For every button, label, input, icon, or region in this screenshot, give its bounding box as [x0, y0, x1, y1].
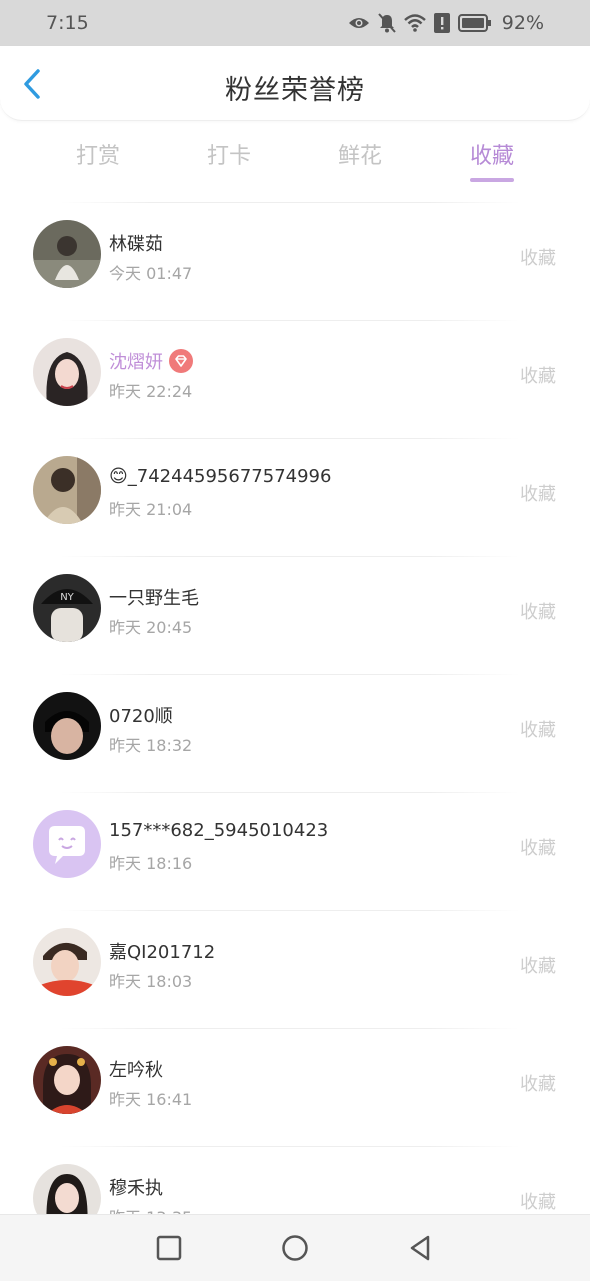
diamond-badge-icon: [169, 349, 193, 373]
divider: [60, 202, 520, 203]
tab-label: 鲜花: [337, 144, 382, 169]
battery-percent: 92%: [501, 12, 544, 34]
fan-list: 林碟茹 今天 01:47 收藏 沈熠妍 昨天 22:24 收藏 😊_742445…: [0, 202, 590, 1264]
avatar[interactable]: [33, 1046, 101, 1114]
active-tab-indicator: [470, 178, 514, 182]
avatar[interactable]: [33, 456, 101, 524]
tab-flowers[interactable]: 鲜花: [310, 138, 410, 170]
list-item[interactable]: 嘉QI201712 昨天 18:03 收藏: [0, 910, 590, 1028]
favorite-action[interactable]: 收藏: [520, 716, 556, 742]
fan-time: 昨天 20:45: [109, 618, 193, 637]
divider: [60, 792, 520, 793]
list-item[interactable]: 😊_74244595677574996 昨天 21:04 收藏: [0, 438, 590, 556]
fan-time: 今天 01:47: [109, 264, 193, 283]
circle-home-icon[interactable]: [280, 1233, 310, 1263]
fan-name-vip: 沈熠妍: [109, 348, 193, 374]
triangle-back-icon[interactable]: [406, 1233, 436, 1263]
divider: [60, 674, 520, 675]
fan-time: 昨天 16:41: [109, 1090, 193, 1109]
list-item[interactable]: NY 一只野生毛 昨天 20:45 收藏: [0, 556, 590, 674]
favorite-action[interactable]: 收藏: [520, 362, 556, 388]
favorite-action[interactable]: 收藏: [520, 598, 556, 624]
fan-name: 嘉QI201712: [109, 942, 216, 963]
divider: [60, 1028, 520, 1029]
fan-name: 一只野生毛: [109, 588, 199, 609]
avatar[interactable]: NY: [33, 574, 101, 642]
divider: [60, 556, 520, 557]
list-item[interactable]: 0720顺 昨天 18:32 收藏: [0, 674, 590, 792]
list-item[interactable]: 林碟茹 今天 01:47 收藏: [0, 202, 590, 320]
svg-text:NY: NY: [60, 592, 74, 603]
favorite-action[interactable]: 收藏: [520, 1070, 556, 1096]
list-item[interactable]: 左吟秋 昨天 16:41 收藏: [0, 1028, 590, 1146]
favorite-action[interactable]: 收藏: [520, 480, 556, 506]
battery-icon: [457, 14, 492, 32]
fan-time: 昨天 18:16: [109, 854, 193, 873]
fan-name: 沈熠妍: [109, 352, 163, 373]
fan-name: 0720顺: [109, 706, 173, 727]
fan-name: 😊_74244595677574996: [109, 466, 332, 487]
divider: [60, 320, 520, 321]
eye-icon: [348, 15, 370, 31]
square-recents-icon[interactable]: [154, 1233, 184, 1263]
status-time: 7:15: [46, 12, 89, 34]
favorite-action[interactable]: 收藏: [520, 244, 556, 270]
bell-off-icon: [378, 13, 396, 33]
wifi-icon: [403, 14, 426, 32]
avatar[interactable]: [33, 338, 101, 406]
divider: [60, 1146, 520, 1147]
tab-bar: 打赏 打卡 鲜花 收藏: [0, 124, 590, 188]
list-item[interactable]: 沈熠妍 昨天 22:24 收藏: [0, 320, 590, 438]
tab-label: 收藏: [469, 144, 514, 169]
tab-checkin[interactable]: 打卡: [179, 138, 279, 170]
fan-name: 穆禾执: [109, 1178, 163, 1199]
divider: [60, 438, 520, 439]
favorite-action[interactable]: 收藏: [520, 952, 556, 978]
fan-name: 左吟秋: [109, 1060, 163, 1081]
fan-time: 昨天 21:04: [109, 500, 193, 519]
avatar[interactable]: [33, 928, 101, 996]
fan-name: 157***682_5945010423: [109, 820, 329, 841]
fan-time: 昨天 18:03: [109, 972, 193, 991]
tab-favorites[interactable]: 收藏: [442, 138, 542, 182]
status-icons: 92%: [348, 12, 544, 34]
alert-icon: [433, 13, 450, 33]
tab-label: 打赏: [75, 144, 120, 169]
page-title: 粉丝荣誉榜: [225, 75, 365, 106]
page-header: 粉丝荣誉榜: [0, 46, 590, 121]
avatar[interactable]: [33, 810, 101, 878]
avatar[interactable]: [33, 692, 101, 760]
status-bar: 7:15 92%: [0, 0, 590, 46]
favorite-action[interactable]: 收藏: [520, 834, 556, 860]
fan-name: 林碟茹: [109, 234, 163, 255]
system-nav-bar: [0, 1214, 590, 1281]
list-item[interactable]: 157***682_5945010423 昨天 18:16 收藏: [0, 792, 590, 910]
tab-label: 打卡: [206, 144, 251, 169]
fan-time: 昨天 18:32: [109, 736, 193, 755]
favorite-action[interactable]: 收藏: [520, 1188, 556, 1214]
divider: [60, 910, 520, 911]
avatar[interactable]: [33, 220, 101, 288]
fan-time: 昨天 22:24: [109, 382, 193, 401]
tab-reward[interactable]: 打赏: [48, 138, 148, 170]
